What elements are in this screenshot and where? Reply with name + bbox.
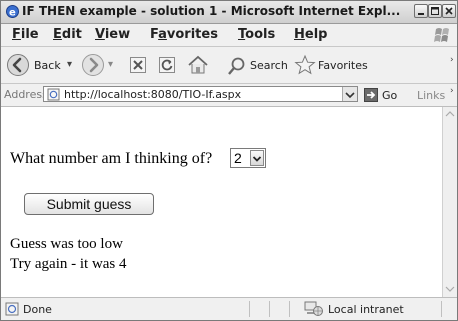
menu-favorites[interactable]: Favorites — [150, 27, 218, 42]
vertical-scrollbar[interactable] — [442, 107, 457, 297]
menu-help[interactable]: Help — [294, 27, 327, 42]
svg-text:e: e — [9, 8, 16, 19]
windows-logo-icon — [434, 28, 449, 42]
minimize-button[interactable] — [414, 4, 428, 18]
security-zone-label: Local intranet — [328, 303, 404, 316]
back-arrow-icon[interactable] — [6, 53, 30, 77]
title-bar: e IF THEN example - solution 1 - Microso… — [1, 1, 457, 24]
status-divider — [269, 301, 270, 317]
done-page-icon — [5, 302, 19, 316]
chevron-down-icon — [252, 156, 262, 162]
scroll-up-icon[interactable] — [445, 110, 455, 118]
menu-tools[interactable]: Tools — [238, 27, 275, 42]
forward-dropdown-icon[interactable]: ▾ — [108, 59, 113, 70]
browser-window: e IF THEN example - solution 1 - Microso… — [0, 0, 458, 321]
page-icon — [47, 88, 60, 101]
address-label: Address — [4, 88, 48, 101]
go-button-label[interactable]: Go — [382, 89, 397, 102]
ie-icon: e — [6, 5, 19, 19]
links-label[interactable]: Links — [417, 89, 445, 102]
local-intranet-icon — [304, 301, 323, 316]
scroll-down-icon[interactable] — [445, 285, 455, 293]
address-input[interactable]: http://localhost:8080/TIO-If.aspx — [43, 86, 358, 102]
submit-guess-button[interactable]: Submit guess — [24, 193, 154, 215]
window-title: IF THEN example - solution 1 - Microsoft… — [22, 4, 401, 18]
links-overflow-icon[interactable]: › — [450, 86, 454, 96]
toolbar: Back ▾ ▾ Search Favorites › — [1, 47, 457, 84]
menu-file[interactable]: File — [12, 27, 39, 42]
menu-bar: File Edit View Favorites Tools Help — [1, 24, 457, 47]
chevron-down-icon — [345, 92, 355, 99]
forward-arrow-icon[interactable] — [81, 53, 105, 77]
address-dropdown-button[interactable] — [342, 87, 357, 101]
menu-edit[interactable]: Edit — [53, 27, 82, 42]
address-url: http://localhost:8080/TIO-If.aspx — [64, 88, 242, 101]
status-bar: Done Local intranet — [1, 297, 457, 320]
selected-number: 2 — [234, 150, 242, 166]
search-icon[interactable] — [227, 56, 247, 76]
search-button-label[interactable]: Search — [250, 59, 288, 72]
back-button-label[interactable]: Back — [34, 59, 61, 72]
status-divider — [441, 301, 442, 317]
status-text: Done — [23, 303, 52, 316]
status-divider — [249, 301, 250, 317]
home-icon[interactable] — [187, 54, 209, 75]
favorites-button-label[interactable]: Favorites — [318, 59, 368, 72]
minimize-icon — [418, 13, 424, 15]
number-select[interactable]: 2 — [230, 148, 266, 168]
question-label: What number am I thinking of? — [10, 150, 213, 167]
maximize-icon — [431, 7, 439, 15]
favorites-star-icon[interactable] — [294, 54, 316, 76]
toolbar-overflow-icon[interactable]: › — [450, 55, 454, 65]
result-line-2: Try again - it was 4 — [10, 256, 127, 272]
refresh-icon[interactable] — [158, 56, 176, 74]
result-line-1: Guess was too low — [10, 236, 123, 252]
select-dropdown-button[interactable] — [250, 150, 264, 166]
back-dropdown-icon[interactable]: ▾ — [67, 59, 72, 70]
stop-icon[interactable] — [129, 56, 147, 74]
address-bar: Address http://localhost:8080/TIO-If.asp… — [1, 84, 457, 107]
go-arrow-icon[interactable] — [364, 88, 378, 102]
menu-view[interactable]: View — [95, 27, 130, 42]
close-icon — [445, 7, 453, 15]
maximize-button[interactable] — [428, 4, 442, 18]
close-button[interactable] — [442, 4, 456, 18]
status-divider — [289, 301, 290, 317]
